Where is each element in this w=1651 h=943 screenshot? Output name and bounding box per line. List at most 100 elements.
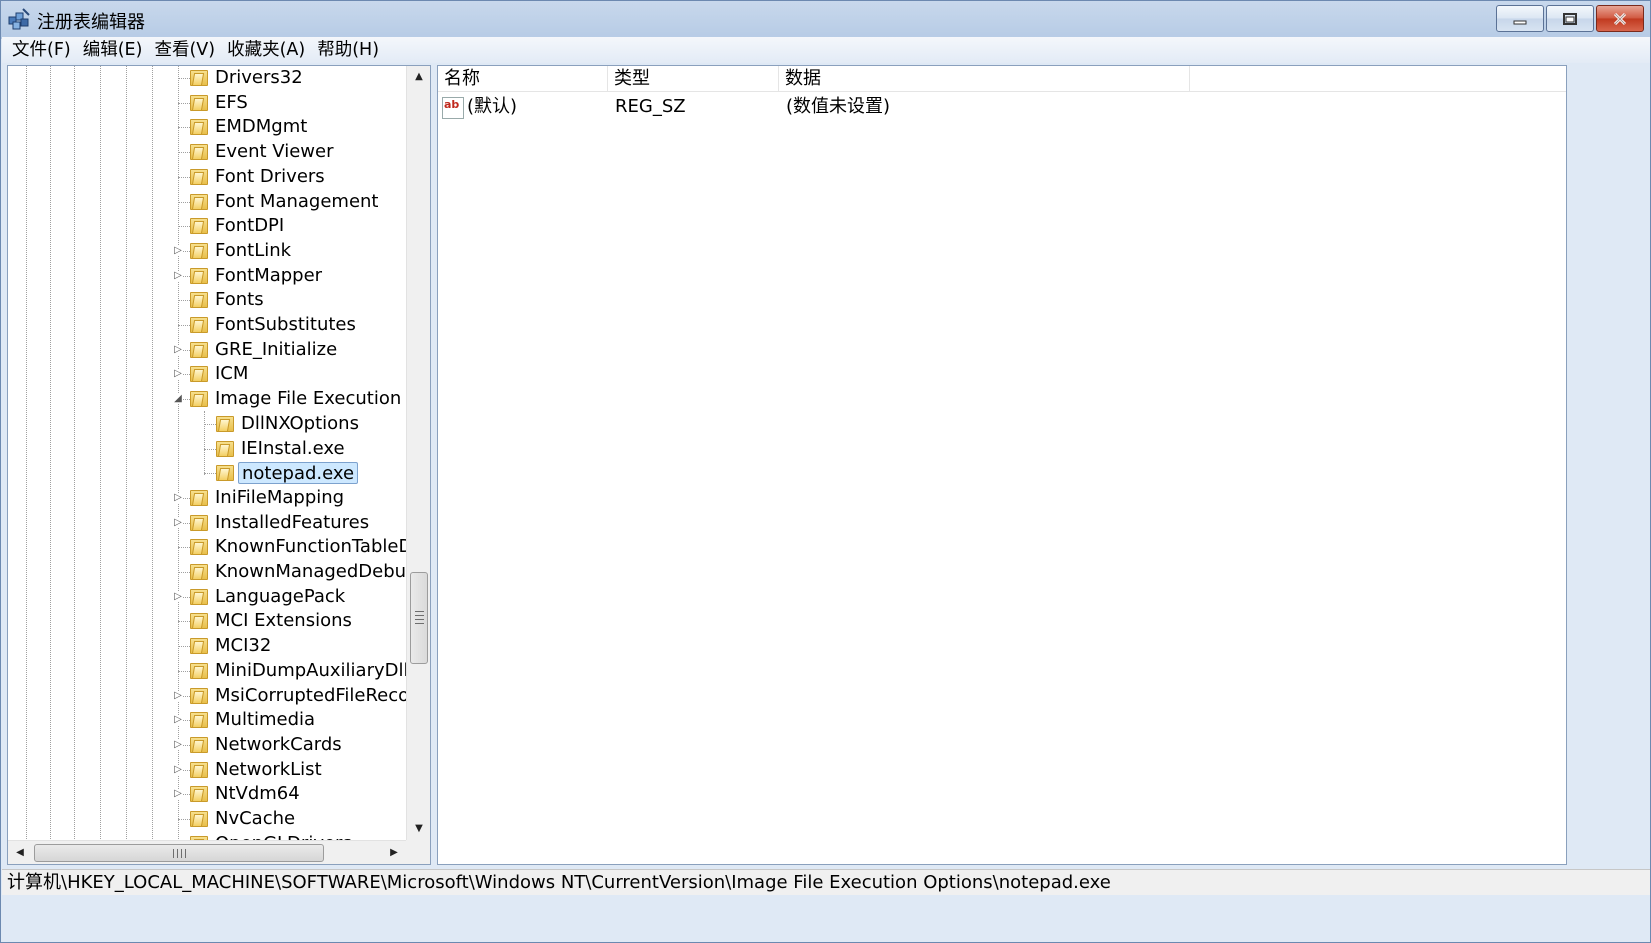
tree-node-label[interactable]: NetworkList (212, 759, 325, 781)
tree-node[interactable]: DllNXOptions (8, 412, 406, 437)
tree-node[interactable]: FontSubstitutes (8, 313, 406, 338)
value-row[interactable]: ab (默认) REG_SZ (数值未设置) (438, 94, 1566, 120)
expand-arrow-icon[interactable]: ▷ (173, 690, 183, 701)
tree-node[interactable]: ▷ MsiCorruptedFileRecov (8, 684, 406, 709)
expand-arrow-icon[interactable]: ▷ (173, 369, 183, 380)
registry-tree-pane[interactable]: Drivers32 EFS EMDMgmt Event Viewer Font Driv… (7, 65, 431, 865)
tree-node[interactable]: EMDMgmt (8, 115, 406, 140)
menu-file[interactable]: 文件(F) (6, 37, 77, 63)
tree-node[interactable]: ▷ GRE_Initialize (8, 338, 406, 363)
column-header-type[interactable]: 类型 (608, 66, 779, 92)
tree-node-label[interactable]: Font Management (212, 191, 382, 213)
expand-arrow-icon[interactable]: ▷ (173, 789, 183, 800)
expand-arrow-icon[interactable]: ▷ (173, 270, 183, 281)
tree-node-label[interactable]: MCI32 (212, 635, 274, 657)
tree-node[interactable]: ▷ NetworkCards (8, 733, 406, 758)
tree-node-label[interactable]: ICM (212, 363, 251, 385)
maximize-button[interactable] (1546, 5, 1594, 32)
scroll-down-arrow-icon[interactable]: ▼ (407, 818, 430, 840)
tree-node[interactable]: ▷ InstalledFeatures (8, 511, 406, 536)
close-button[interactable] (1596, 5, 1644, 32)
tree-node-label[interactable]: LanguagePack (212, 586, 348, 608)
tree-node[interactable]: EFS (8, 91, 406, 116)
tree-node-label[interactable]: EFS (212, 92, 251, 114)
tree-node-label[interactable]: MCI Extensions (212, 610, 355, 632)
tree-node[interactable]: ▷ ICM (8, 362, 406, 387)
tree-node-label[interactable]: GRE_Initialize (212, 339, 340, 361)
expand-arrow-icon[interactable]: ▷ (173, 715, 183, 726)
tree-node-label[interactable]: Font Drivers (212, 166, 328, 188)
tree-node[interactable]: IEInstal.exe (8, 437, 406, 462)
tree-node[interactable]: ▷ LanguagePack (8, 585, 406, 610)
tree-node[interactable]: ▷ NetworkList (8, 758, 406, 783)
tree-node-label[interactable]: FontMapper (212, 265, 325, 287)
expand-arrow-icon[interactable]: ▷ (173, 517, 183, 528)
tree-node-label[interactable]: NtVdm64 (212, 783, 303, 805)
tree-node-label[interactable]: IEInstal.exe (238, 438, 348, 460)
tree-node[interactable]: MCI32 (8, 634, 406, 659)
tree-node[interactable]: ▷ NtVdm64 (8, 782, 406, 807)
tree-node[interactable]: Font Drivers (8, 165, 406, 190)
tree-vertical-scrollbar[interactable]: ▲ ▼ (406, 66, 430, 841)
tree-node-label[interactable]: EMDMgmt (212, 116, 310, 138)
tree-node[interactable]: Event Viewer (8, 140, 406, 165)
scroll-right-arrow-icon[interactable]: ▶ (382, 841, 406, 864)
expand-arrow-icon[interactable]: ▷ (173, 492, 183, 503)
tree-node-label[interactable]: Fonts (212, 289, 267, 311)
tree-node[interactable]: ▷ Multimedia (8, 708, 406, 733)
column-header-name[interactable]: 名称 (438, 66, 608, 92)
menu-view[interactable]: 查看(V) (148, 37, 221, 63)
tree-node[interactable]: MiniDumpAuxiliaryDlls (8, 659, 406, 684)
tree-node[interactable]: Fonts (8, 288, 406, 313)
tree-node-label[interactable]: FontDPI (212, 215, 287, 237)
scrollbar-corner (406, 840, 430, 864)
collapse-arrow-icon[interactable]: ◢ (173, 394, 183, 405)
tree-node-label[interactable]: NvCache (212, 808, 298, 830)
tree-node-label[interactable]: MiniDumpAuxiliaryDlls (212, 660, 406, 682)
tree-node-label[interactable]: DllNXOptions (238, 413, 362, 435)
tree-node-label[interactable]: Drivers32 (212, 67, 306, 89)
tree-node-label[interactable]: Multimedia (212, 709, 318, 731)
horizontal-scroll-thumb[interactable] (34, 844, 324, 862)
tree-node[interactable]: MCI Extensions (8, 609, 406, 634)
tree-node[interactable]: ▷ IniFileMapping (8, 486, 406, 511)
tree-horizontal-scrollbar[interactable]: ◀ ▶ (8, 840, 406, 864)
vertical-scroll-thumb[interactable] (410, 572, 428, 664)
expand-arrow-icon[interactable]: ▷ (173, 344, 183, 355)
tree-node-label[interactable]: NetworkCards (212, 734, 345, 756)
menu-edit[interactable]: 编辑(E) (77, 37, 149, 63)
menu-help[interactable]: 帮助(H) (311, 37, 385, 63)
tree-node-label[interactable]: IniFileMapping (212, 487, 347, 509)
expand-arrow-icon[interactable]: ▷ (173, 591, 183, 602)
expand-arrow-icon[interactable]: ▷ (173, 739, 183, 750)
minimize-button[interactable] (1496, 5, 1544, 32)
expand-arrow-icon[interactable]: ▷ (173, 764, 183, 775)
column-header-data[interactable]: 数据 (779, 66, 1190, 92)
tree-node[interactable]: ◢ Image File Execution O (8, 387, 406, 412)
tree-node-label[interactable]: Event Viewer (212, 141, 336, 163)
expand-arrow-icon[interactable]: ▷ (173, 245, 183, 256)
value-name: (默认) (467, 96, 518, 117)
tree-node[interactable]: Drivers32 (8, 66, 406, 91)
tree-node[interactable]: notepad.exe (8, 461, 406, 486)
tree-node[interactable]: Font Management (8, 190, 406, 215)
tree-node-label[interactable]: FontSubstitutes (212, 314, 359, 336)
tree-node-label[interactable]: KnownFunctionTableDl (212, 536, 406, 558)
tree-node[interactable]: ▷ FontLink (8, 239, 406, 264)
title-bar[interactable]: 注册表编辑器 (1, 1, 1650, 37)
tree-node[interactable]: KnownManagedDebug (8, 560, 406, 585)
values-list-pane[interactable]: 名称 类型 数据 ab (默认) REG_SZ (数值未设置) (437, 65, 1567, 865)
tree-node-label[interactable]: InstalledFeatures (212, 512, 372, 534)
tree-node[interactable]: ▷ FontMapper (8, 264, 406, 289)
tree-node-label[interactable]: KnownManagedDebug (212, 561, 406, 583)
tree-node-label[interactable]: MsiCorruptedFileRecov (212, 685, 406, 707)
tree-node[interactable]: NvCache (8, 807, 406, 832)
scroll-up-arrow-icon[interactable]: ▲ (407, 66, 430, 88)
tree-node-label[interactable]: FontLink (212, 240, 294, 262)
tree-node-label-selected[interactable]: notepad.exe (238, 462, 359, 485)
tree-node-label[interactable]: Image File Execution O (212, 388, 406, 410)
scroll-left-arrow-icon[interactable]: ◀ (8, 841, 32, 864)
tree-node[interactable]: FontDPI (8, 214, 406, 239)
menu-favorites[interactable]: 收藏夹(A) (221, 37, 311, 63)
tree-node[interactable]: KnownFunctionTableDl (8, 535, 406, 560)
